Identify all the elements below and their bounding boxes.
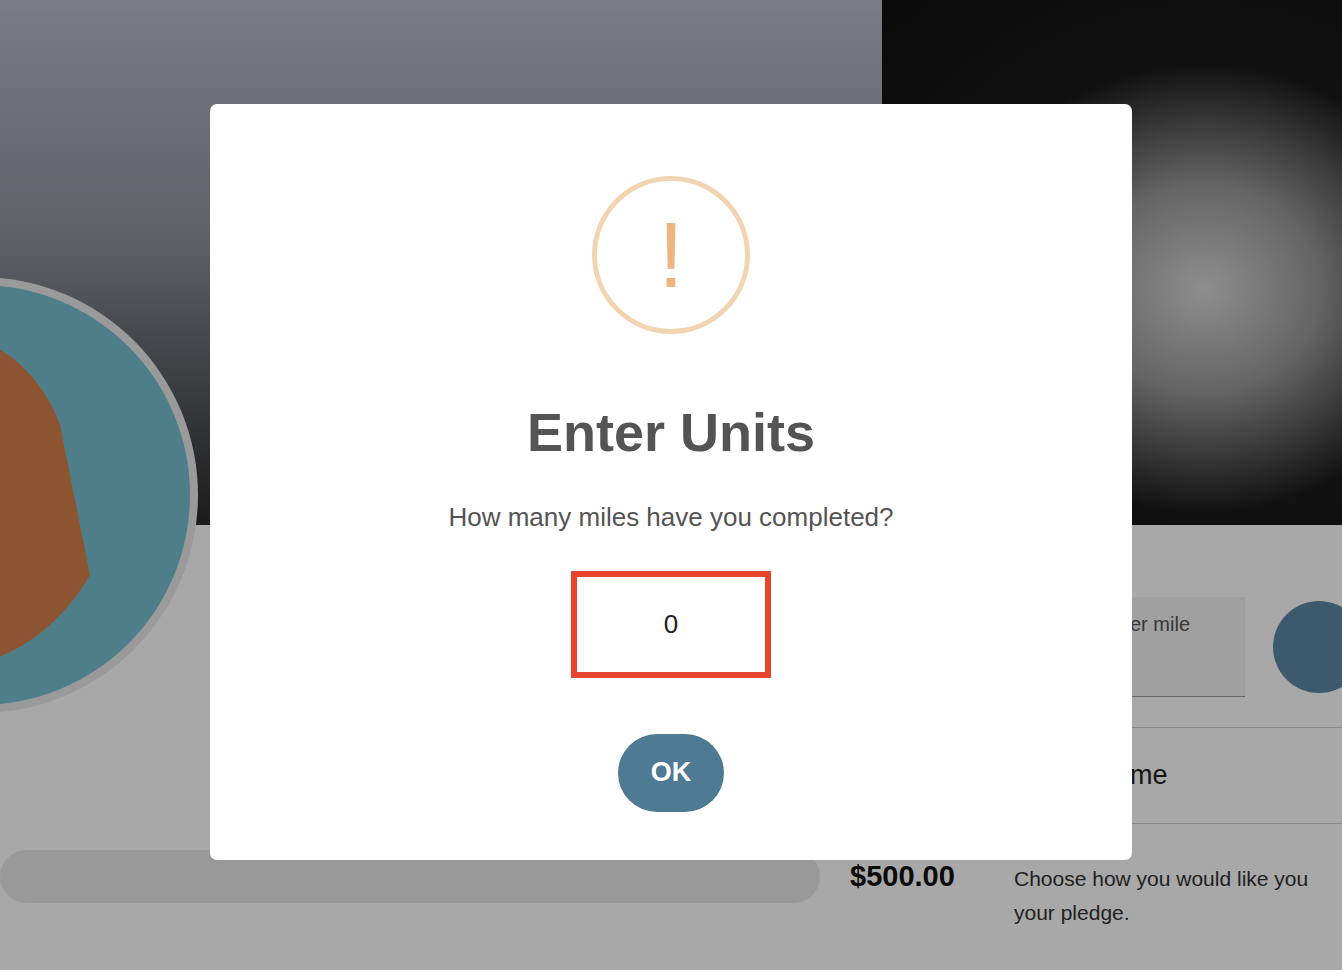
fundraiser-page: $500.00 er mile me Choose how you would … (0, 0, 1342, 970)
dialog-title: Enter Units (527, 400, 815, 465)
warning-icon: ! (592, 176, 750, 334)
ok-button[interactable]: OK (618, 734, 724, 812)
enter-units-dialog: ! Enter Units How many miles have you co… (210, 104, 1132, 860)
dialog-buttons: OK (618, 734, 724, 812)
dialog-prompt: How many miles have you completed? (448, 501, 893, 535)
units-input[interactable] (571, 571, 771, 678)
modal-backdrop: ! Enter Units How many miles have you co… (0, 0, 1342, 970)
